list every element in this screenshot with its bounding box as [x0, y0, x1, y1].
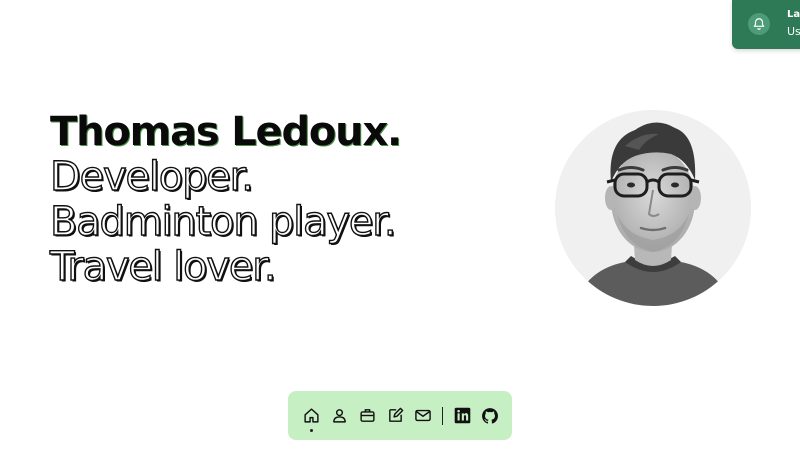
nav-linkedin[interactable] [453, 407, 471, 425]
notification-toast[interactable]: Lat Us [732, 0, 800, 49]
active-indicator [310, 428, 313, 432]
nav-github[interactable] [481, 407, 499, 425]
hero-role-travel: Travel lover. [49, 244, 277, 290]
bottom-nav-dock [288, 391, 512, 440]
toast-title: Lat [787, 9, 800, 20]
toast-text: Us [787, 25, 800, 38]
avatar [555, 110, 751, 306]
bell-icon [748, 13, 770, 35]
avatar-portrait [555, 110, 751, 306]
hero-role-developer: Developer. [49, 154, 254, 200]
nav-home[interactable] [302, 407, 320, 432]
user-icon [332, 409, 346, 423]
briefcase-icon [359, 409, 375, 422]
linkedin-icon [454, 407, 470, 424]
hero-heading: Thomas Ledoux. Developer. Badminton play… [49, 109, 402, 291]
nav-about[interactable] [330, 407, 348, 425]
nav-blog[interactable] [386, 407, 404, 425]
home-icon [303, 408, 319, 423]
page: Lat Us Thomas Ledoux. Developer. Badmint… [0, 0, 800, 450]
hero-name: Thomas Ledoux. [50, 109, 402, 155]
hero-role-badminton: Badminton player. [49, 199, 397, 245]
nav-contact[interactable] [414, 407, 432, 425]
nav-work[interactable] [358, 407, 376, 425]
nav-separator [442, 406, 443, 425]
pencil-icon [388, 407, 403, 422]
mail-icon [415, 409, 431, 422]
github-icon [482, 407, 498, 424]
